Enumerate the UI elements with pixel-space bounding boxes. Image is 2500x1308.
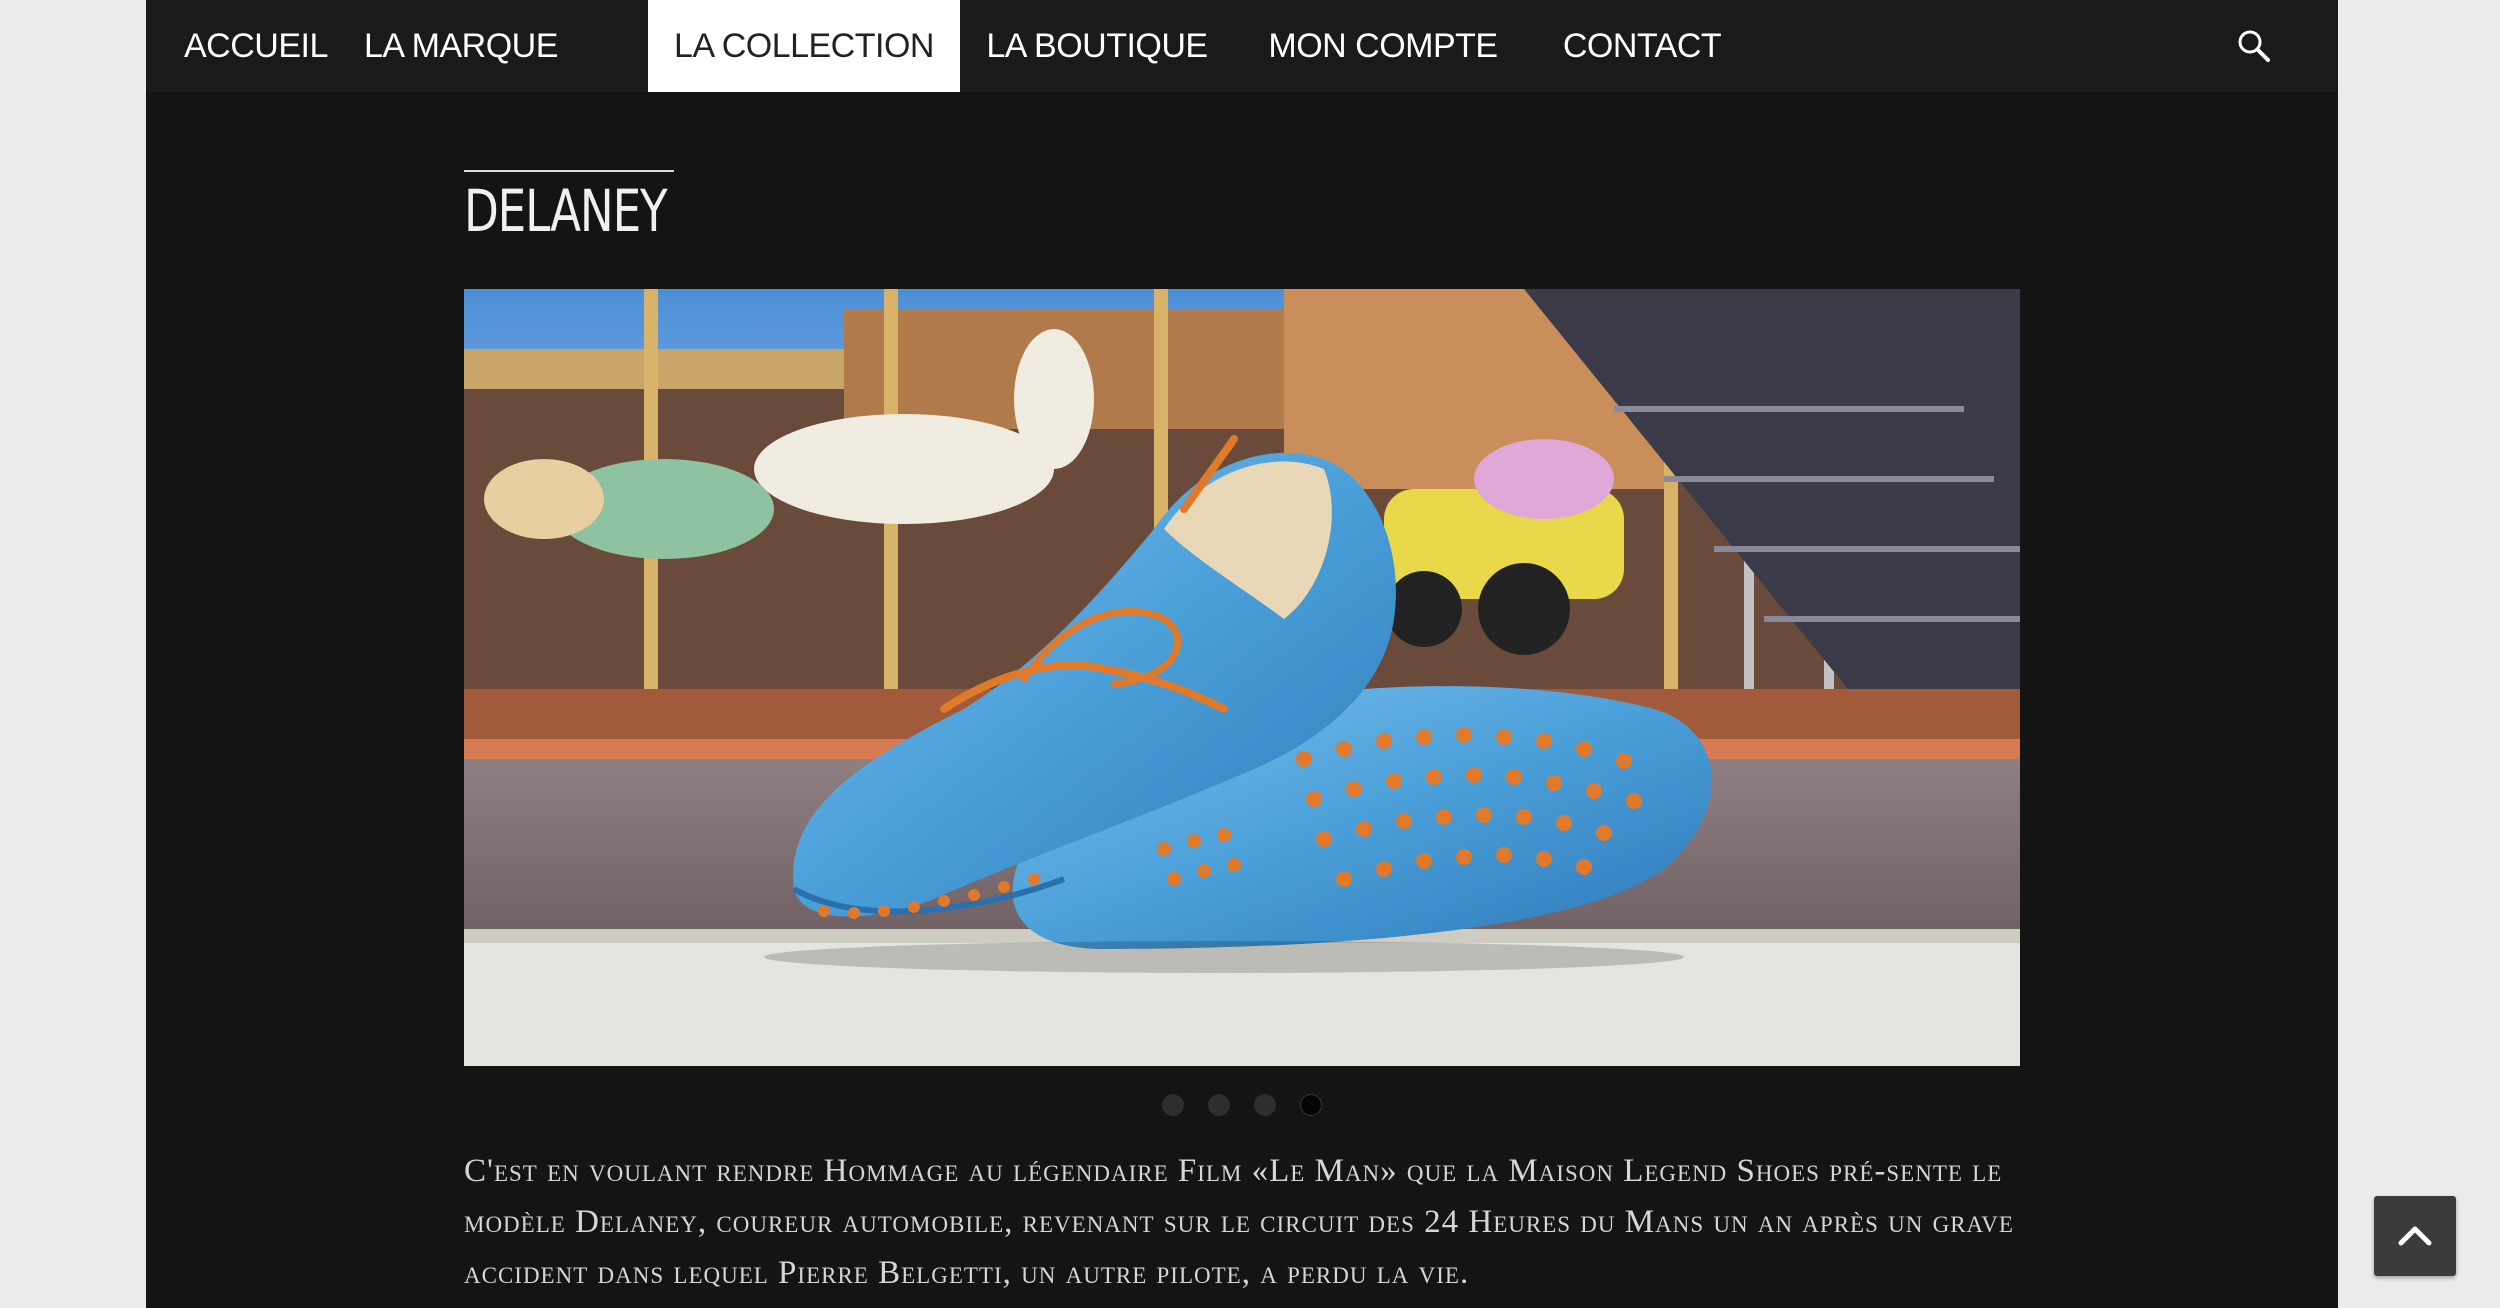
page-title: DELANEY xyxy=(464,177,668,245)
scroll-to-top-button[interactable] xyxy=(2374,1196,2456,1276)
main-navigation: ACCUEIL LA MARQUE LA COLLECTION LA BOUTI… xyxy=(146,0,2338,92)
slider-dot-3[interactable] xyxy=(1254,1094,1276,1116)
nav-item-accueil[interactable]: ACCUEIL xyxy=(184,0,328,92)
product-image-slider[interactable] xyxy=(464,289,2020,1066)
slider-dot-4[interactable] xyxy=(1300,1094,1322,1116)
title-rule xyxy=(464,170,674,172)
product-description: C'est en voulant rendre Hommage au légen… xyxy=(464,1153,2014,1291)
slider-dots xyxy=(1162,1094,1382,1118)
product-photo xyxy=(464,289,2020,1066)
slider-dot-1[interactable] xyxy=(1162,1094,1184,1116)
nav-item-la-boutique[interactable]: LA BOUTIQUE xyxy=(984,0,1210,92)
search-icon[interactable] xyxy=(2234,26,2274,66)
nav-item-mon-compte[interactable]: MON COMPTE xyxy=(1264,0,1502,92)
nav-item-la-marque[interactable]: LA MARQUE xyxy=(364,0,558,92)
nav-item-la-collection[interactable]: LA COLLECTION xyxy=(648,0,960,92)
nav-item-contact[interactable]: CONTACT xyxy=(1560,0,1724,92)
chevron-up-icon xyxy=(2398,1226,2432,1246)
page-container: ACCUEIL LA MARQUE LA COLLECTION LA BOUTI… xyxy=(146,0,2338,1308)
slider-dot-2[interactable] xyxy=(1208,1094,1230,1116)
